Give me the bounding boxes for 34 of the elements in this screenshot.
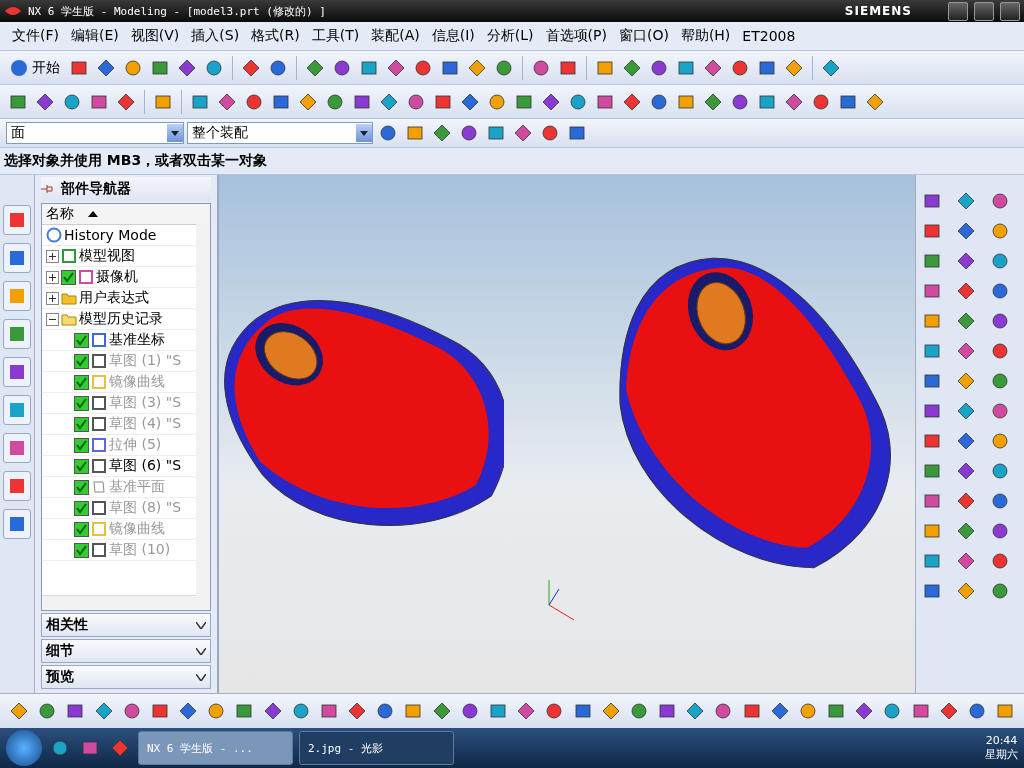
taskbar-window[interactable]: 2.jpg - 光影: [299, 731, 454, 765]
filter-dropdown[interactable]: 面: [6, 122, 184, 144]
menu-item[interactable]: 帮助(H): [674, 25, 737, 47]
tree-item[interactable]: 模型历史记录: [79, 310, 163, 328]
column-header[interactable]: 名称: [46, 205, 74, 223]
clock-time: 20:44: [985, 734, 1018, 747]
menu-item[interactable]: 文件(F): [6, 25, 65, 47]
tree-item[interactable]: 模型视图: [79, 247, 135, 265]
tree-item[interactable]: History Mode: [64, 227, 157, 243]
menu-item[interactable]: ET2008: [736, 26, 802, 46]
panel-header[interactable]: 相关性: [41, 613, 211, 637]
window-title: NX 6 学生版 - Modeling - [model3.prt (修改的) ]: [28, 3, 327, 19]
menu-item[interactable]: 窗口(O): [612, 25, 675, 47]
start-button[interactable]: 开始: [6, 54, 64, 81]
navigator-title: 部件导航器: [61, 180, 131, 198]
menu-item[interactable]: 插入(S): [185, 25, 246, 47]
brand-logo: SIEMENS: [844, 4, 912, 18]
menu-item[interactable]: 格式(R): [245, 25, 306, 47]
status-prompt: 选择对象并使用 MB3，或者双击某一对象: [0, 148, 1024, 175]
tree-item[interactable]: 摄像机: [96, 268, 138, 286]
menu-item[interactable]: 首选项(P): [539, 25, 613, 47]
filter-dropdown[interactable]: 整个装配: [187, 122, 373, 144]
tree-item[interactable]: 用户表达式: [79, 289, 149, 307]
tree-item[interactable]: 基准坐标: [109, 331, 165, 349]
panel-header[interactable]: 细节: [41, 639, 211, 663]
tree-item[interactable]: 草图 (6) "S: [109, 457, 182, 475]
menu-item[interactable]: 装配(A): [365, 25, 426, 47]
menu-item[interactable]: 编辑(E): [65, 25, 125, 47]
menu-item[interactable]: 分析(L): [480, 25, 540, 47]
menu-item[interactable]: 工具(T): [305, 25, 366, 47]
panel-header[interactable]: 预览: [41, 665, 211, 689]
menu-item[interactable]: 信息(I): [425, 25, 481, 47]
menu-item[interactable]: 视图(V): [124, 25, 186, 47]
clock-day: 星期六: [985, 747, 1018, 762]
